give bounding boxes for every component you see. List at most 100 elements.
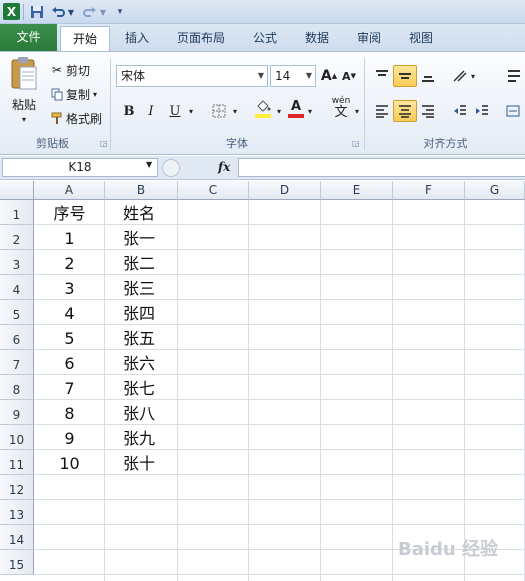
row-header-3[interactable]: 3 [0, 250, 34, 275]
phonetic-button[interactable]: wén 文 [328, 96, 354, 119]
font-color-dropdown-icon[interactable]: ▾ [305, 100, 315, 122]
cell-b4[interactable]: 张三 [123, 277, 178, 300]
cell-b11[interactable]: 张十 [123, 452, 178, 475]
worksheet-grid[interactable]: ABCDEFG 1 2 3 4 5 6 7 8 9 10 11 12 13 14 15 序号 姓名 1 张一 2 张二… [0, 181, 525, 581]
row-header-15[interactable]: 15 [0, 550, 34, 575]
row-header-6[interactable]: 6 [0, 325, 34, 350]
borders-dropdown-icon[interactable]: ▾ [230, 100, 240, 122]
column-header-d[interactable]: D [249, 181, 321, 200]
phonetic-dropdown-icon[interactable]: ▾ [353, 100, 361, 122]
italic-button[interactable]: I [141, 100, 161, 122]
borders-button[interactable] [208, 100, 230, 122]
tab-insert[interactable]: 插入 [114, 26, 160, 51]
cell-b6[interactable]: 张五 [123, 327, 178, 350]
formula-bar-expand-icon[interactable] [162, 159, 180, 177]
column-header-a[interactable]: A [34, 181, 105, 200]
tab-file[interactable]: 文件 [0, 24, 57, 51]
column-header-e[interactable]: E [321, 181, 393, 200]
decrease-indent-button[interactable] [449, 100, 471, 122]
row-header-5[interactable]: 5 [0, 300, 34, 325]
wrap-text-button[interactable] [502, 65, 524, 87]
row-header-11[interactable]: 11 [0, 450, 34, 475]
column-header-f[interactable]: F [393, 181, 465, 200]
row-header-1[interactable]: 1 [0, 200, 34, 225]
cell-b10[interactable]: 张九 [123, 427, 178, 450]
name-box[interactable]: K18 [2, 158, 158, 177]
row-header-12[interactable]: 12 [0, 475, 34, 500]
row-header-13[interactable]: 13 [0, 500, 34, 525]
font-launcher-icon[interactable]: ◲ [352, 139, 360, 148]
column-header-g[interactable]: G [465, 181, 525, 200]
clipboard-launcher-icon[interactable]: ◲ [100, 139, 108, 148]
align-middle-button[interactable] [393, 65, 417, 87]
bold-button[interactable]: B [119, 100, 139, 122]
save-icon[interactable] [28, 3, 46, 21]
align-left-button[interactable] [371, 100, 393, 122]
cell-a9[interactable]: 8 [34, 402, 105, 425]
cell-b7[interactable]: 张六 [123, 352, 178, 375]
cell-a8[interactable]: 7 [34, 377, 105, 400]
row-header-10[interactable]: 10 [0, 425, 34, 450]
formula-input[interactable] [238, 158, 525, 177]
merge-center-button[interactable] [502, 100, 524, 122]
chevron-down-icon[interactable]: ▼ [146, 160, 152, 169]
cell-a1[interactable]: 序号 [34, 202, 105, 225]
shrink-font-button[interactable]: A ▼ [340, 65, 358, 87]
tab-review[interactable]: 审阅 [346, 26, 392, 51]
cell-b9[interactable]: 张八 [123, 402, 178, 425]
format-painter-button[interactable]: 格式刷 [48, 108, 102, 128]
tab-data[interactable]: 数据 [294, 26, 340, 51]
underline-dropdown-icon[interactable]: ▾ [186, 100, 196, 122]
align-center-button[interactable] [393, 100, 417, 122]
font-name-combo[interactable]: 宋体 ▼ [116, 65, 268, 87]
fill-color-dropdown-icon[interactable]: ▾ [274, 100, 284, 122]
cell-a7[interactable]: 6 [34, 352, 105, 375]
cell-b3[interactable]: 张二 [123, 252, 178, 275]
align-right-button[interactable] [417, 100, 439, 122]
cell-a6[interactable]: 5 [34, 327, 105, 350]
column-header-b[interactable]: B [105, 181, 178, 200]
copy-button[interactable]: 复制 ▾ [48, 84, 97, 104]
cell-a3[interactable]: 2 [34, 252, 105, 275]
excel-app-icon[interactable]: X [3, 3, 20, 20]
undo-icon[interactable] [50, 3, 66, 21]
orientation-button[interactable] [449, 65, 471, 87]
select-all-corner[interactable] [0, 181, 34, 200]
cell-a4[interactable]: 3 [34, 277, 105, 300]
increase-indent-button[interactable] [471, 100, 493, 122]
redo-dropdown-icon[interactable]: ▼ [98, 3, 108, 21]
row-header-4[interactable]: 4 [0, 275, 34, 300]
row-header-14[interactable]: 14 [0, 525, 34, 550]
cell-a10[interactable]: 9 [34, 427, 105, 450]
cell-a5[interactable]: 4 [34, 302, 105, 325]
cut-button[interactable]: ✂ 剪切 [48, 60, 90, 80]
cell-b2[interactable]: 张一 [123, 227, 178, 250]
underline-button[interactable]: U [164, 100, 186, 122]
row-header-7[interactable]: 7 [0, 350, 34, 375]
align-top-button[interactable] [371, 65, 393, 87]
tab-formulas[interactable]: 公式 [242, 26, 288, 51]
customize-toolbar-icon[interactable]: ▾ [114, 3, 126, 21]
cell-b5[interactable]: 张四 [123, 302, 178, 325]
paste-button[interactable]: 粘贴 ▾ [6, 56, 42, 134]
tab-home[interactable]: 开始 [60, 26, 110, 51]
row-header-9[interactable]: 9 [0, 400, 34, 425]
row-header-8[interactable]: 8 [0, 375, 34, 400]
align-bottom-button[interactable] [417, 65, 439, 87]
cell-b8[interactable]: 张七 [123, 377, 178, 400]
insert-function-icon[interactable]: fx [218, 158, 230, 177]
cell-a11[interactable]: 10 [34, 452, 105, 475]
orientation-dropdown-icon[interactable]: ▾ [469, 65, 477, 87]
cell-b1[interactable]: 姓名 [123, 202, 178, 225]
undo-dropdown-icon[interactable]: ▼ [66, 3, 76, 21]
tab-page-layout[interactable]: 页面布局 [166, 26, 236, 51]
column-header-c[interactable]: C [178, 181, 249, 200]
fill-color-button[interactable] [252, 98, 274, 120]
font-size-combo[interactable]: 14 ▼ [270, 65, 316, 87]
cell-a2[interactable]: 1 [34, 227, 105, 250]
font-color-button[interactable]: A [287, 98, 305, 120]
tab-view[interactable]: 视图 [398, 26, 444, 51]
grow-font-button[interactable]: A ▲ [320, 65, 338, 87]
redo-icon[interactable] [82, 3, 98, 21]
row-header-2[interactable]: 2 [0, 225, 34, 250]
